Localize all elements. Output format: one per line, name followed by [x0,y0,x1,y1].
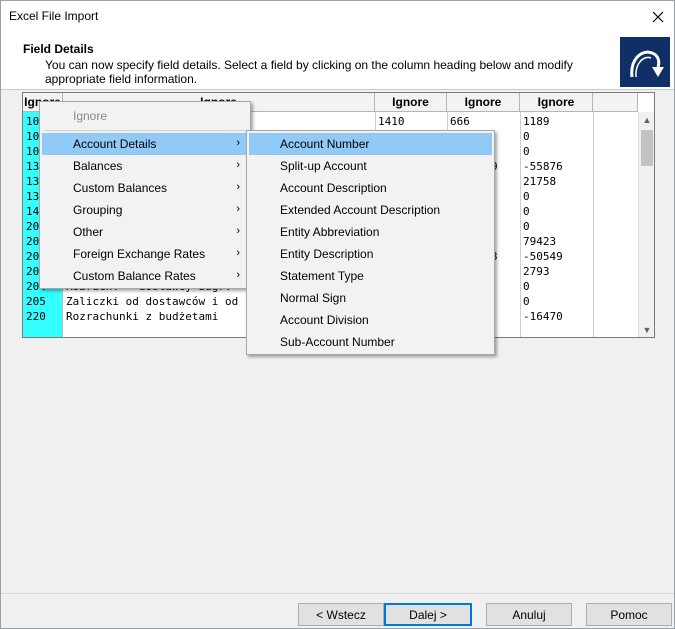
menu-item-account-description[interactable]: Account Description [249,177,492,199]
cell-col4: 21758 [523,175,557,188]
cell-col1: Zaliczki od dostawców i od [66,295,239,308]
menu-item-balances[interactable]: Balances › [42,155,248,177]
menu-item-normal-sign[interactable]: Normal Sign [249,287,492,309]
menu-item-custom-balance-rates[interactable]: Custom Balance Rates › [42,265,248,287]
cell-col4: -55876 [523,160,563,173]
menu-item-extended-account-description[interactable]: Extended Account Description [249,199,492,221]
chevron-right-icon: › [236,159,240,171]
chevron-right-icon: › [236,225,240,237]
account-details-submenu: Account Number Split-up Account Account … [246,130,495,355]
cell-col0: 13 [26,190,40,203]
chevron-right-icon: › [236,181,240,193]
cell-col4: -16470 [523,310,563,323]
column-header-empty [593,93,638,112]
cell-col0: 20 [26,235,40,248]
chevron-right-icon: › [236,137,240,149]
menu-item-foreign-exchange-rates[interactable]: Foreign Exchange Rates › [42,243,248,265]
scroll-thumb[interactable] [641,130,653,166]
wizard-logo-icon [620,37,670,87]
cell-col4: 0 [523,205,530,218]
scroll-down-icon[interactable]: ▼ [639,322,654,337]
cell-col0: 20 [26,220,40,233]
help-button[interactable]: Pomoc [586,603,672,626]
cancel-button[interactable]: Anuluj [486,603,572,626]
cell-col0: 20 [26,250,40,263]
cell-col0: 205 [26,295,46,308]
menu-item-account-number[interactable]: Account Number [249,133,492,155]
cell-col0: 13 [26,160,40,173]
cell-col4: 79423 [523,235,557,248]
cell-col0: 10 [26,115,40,128]
column-header-4[interactable]: Ignore [520,93,593,112]
cell-col0: 10 [26,130,40,143]
menu-item-sub-account-number[interactable]: Sub-Account Number [249,331,492,353]
cell-col4: 0 [523,130,530,143]
cell-col1: Rozrachunki z budżetami [66,310,219,323]
menu-item-entity-abbreviation[interactable]: Entity Abbreviation [249,221,492,243]
cell-col4: 2793 [523,265,550,278]
page-title: Field Details [23,42,94,56]
menu-item-statement-type[interactable]: Statement Type [249,265,492,287]
title-bar: Excel File Import [1,1,674,32]
cell-col0: 10 [26,145,40,158]
menu-item-custom-balances[interactable]: Custom Balances › [42,177,248,199]
chevron-right-icon: › [236,247,240,259]
column-header-2[interactable]: Ignore [375,93,447,112]
cell-col0: 13 [26,175,40,188]
next-button[interactable]: Dalej > [384,603,472,626]
cell-col4: 0 [523,295,530,308]
column-header-3[interactable]: Ignore [447,93,520,112]
vertical-scrollbar[interactable]: ▲ ▼ [638,112,654,337]
cell-col4: 0 [523,280,530,293]
menu-item-split-up-account[interactable]: Split-up Account [249,155,492,177]
cell-col3: 666 [450,115,470,128]
cell-col4: -50549 [523,250,563,263]
chevron-right-icon: › [236,269,240,281]
page-description: You can now specify field details. Selec… [45,58,573,86]
field-type-menu: Ignore Account Details › Balances › Custom… [39,101,251,289]
cell-col4: 0 [523,190,530,203]
menu-item-other[interactable]: Other › [42,221,248,243]
menu-item-entity-description[interactable]: Entity Description [249,243,492,265]
cell-col0: 14 [26,205,40,218]
back-button[interactable]: < Wstecz [298,603,384,626]
cell-col4: 1189 [523,115,550,128]
menu-item-grouping[interactable]: Grouping › [42,199,248,221]
wizard-header: Field Details You can now specify field … [1,32,674,90]
menu-item-ignore[interactable]: Ignore [42,105,248,127]
scroll-up-icon[interactable]: ▲ [639,112,654,128]
menu-item-account-division[interactable]: Account Division [249,309,492,331]
cell-col2: 1410 [378,115,405,128]
chevron-right-icon: › [236,203,240,215]
cell-col0: 220 [26,310,46,323]
excel-import-dialog: Excel File Import Field Details You can … [0,0,675,629]
cell-col0: 20 [26,265,40,278]
window-title: Excel File Import [9,9,99,23]
close-icon[interactable] [642,1,674,32]
cell-col4: 0 [523,145,530,158]
cell-col4: 0 [523,220,530,233]
menu-item-account-details[interactable]: Account Details › [42,133,248,155]
